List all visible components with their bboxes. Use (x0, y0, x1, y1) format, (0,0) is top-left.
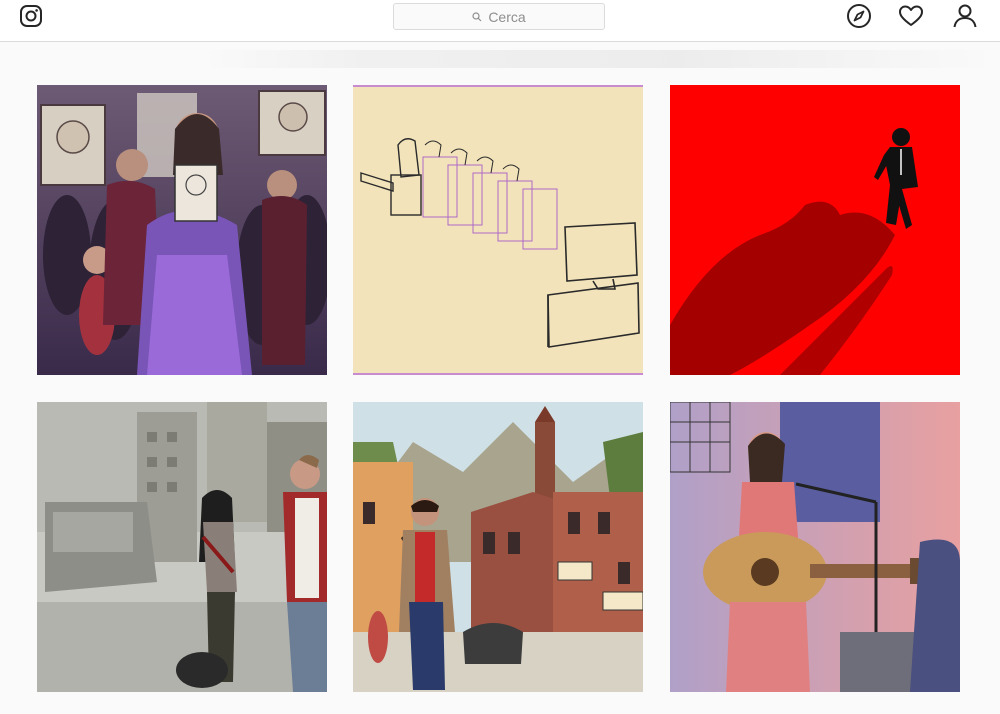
man-on-red-illustration (670, 85, 960, 375)
post-thumbnail[interactable] (670, 85, 960, 375)
post-thumbnail[interactable] (353, 402, 643, 692)
post-thumbnail[interactable] (353, 85, 643, 375)
post-thumbnail[interactable] (37, 85, 327, 375)
street-couple-illustration (37, 402, 327, 692)
post-thumbnail[interactable] (37, 402, 327, 692)
courtroom-sketch-illustration (353, 85, 643, 375)
post-thumbnail[interactable] (670, 402, 960, 692)
guitar-man-town-illustration (353, 402, 643, 692)
singer-guitar-illustration (670, 402, 960, 692)
crowd-portrait-illustration (37, 85, 327, 375)
post-grid (0, 0, 1000, 714)
